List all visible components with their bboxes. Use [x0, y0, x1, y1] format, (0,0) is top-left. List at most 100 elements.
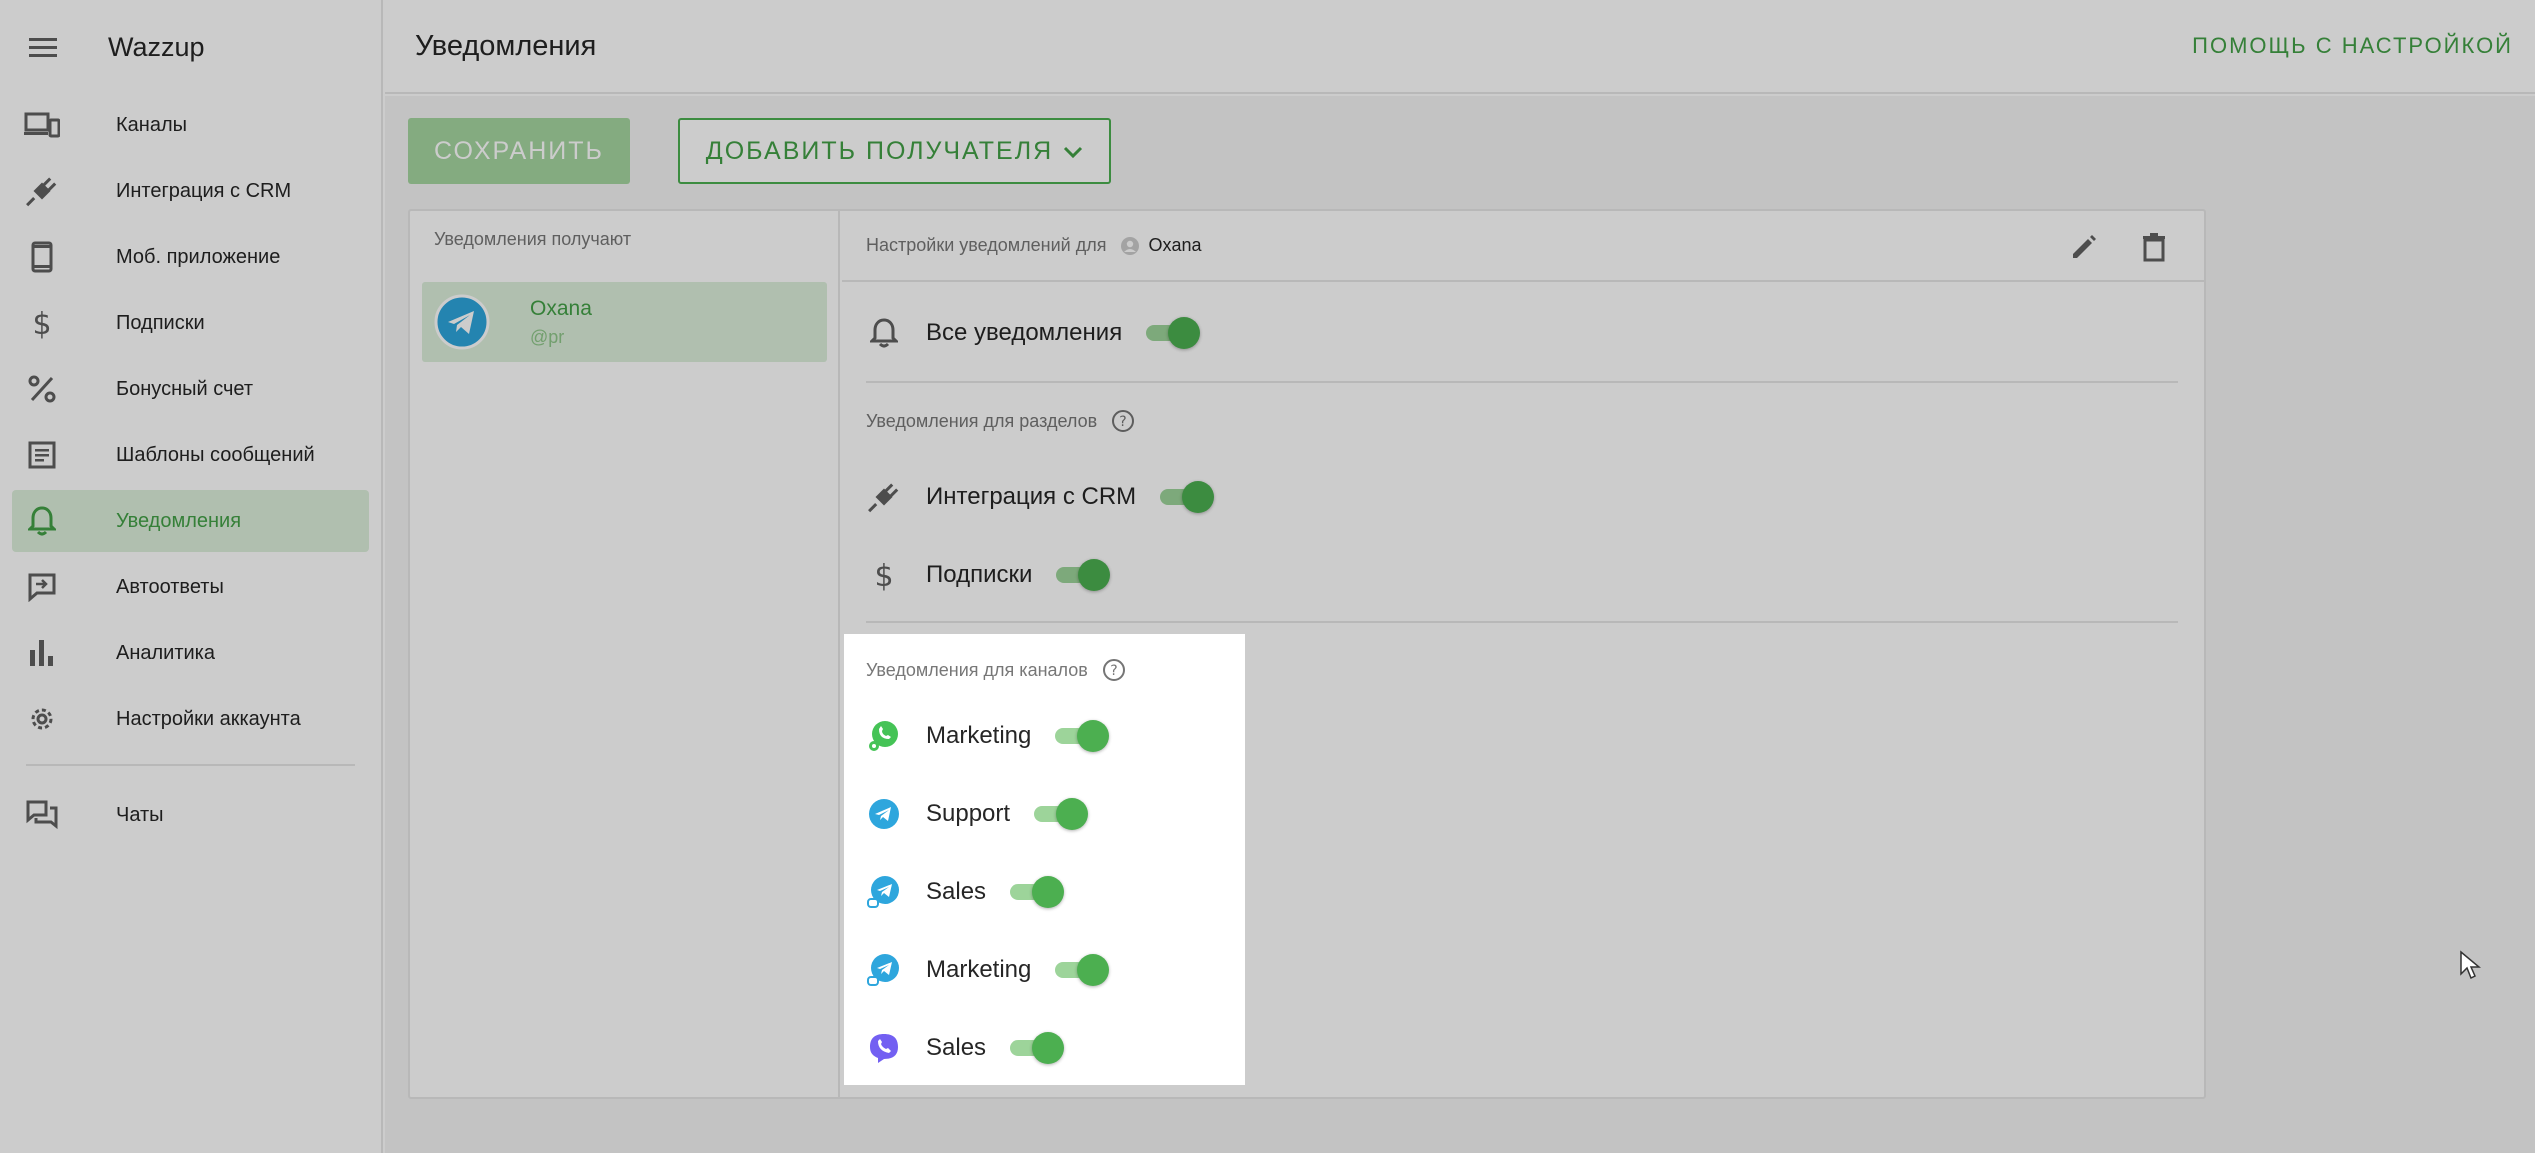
channel-toggle[interactable] [1006, 1028, 1065, 1068]
sidebar-item-notifications[interactable]: Уведомления [12, 490, 369, 552]
plug-icon [866, 479, 902, 515]
sidebar-item-templates[interactable]: Шаблоны сообщений [12, 424, 369, 486]
section-toggle-crm[interactable] [1156, 477, 1215, 517]
sidebar-item-label: Бонусный счет [116, 377, 254, 400]
channel-label: Marketing [926, 956, 1032, 983]
top-bar: Уведомления ПОМОЩЬ С НАСТРОЙКОЙ [385, 0, 2535, 94]
setup-help-link[interactable]: ПОМОЩЬ С НАСТРОЙКОЙ [2192, 33, 2513, 59]
sidebar-item-label: Аналитика [116, 641, 215, 664]
sidebar-nav: Каналы Интеграция с CRM Моб. приложение … [0, 94, 381, 846]
section-toggle-subscriptions[interactable] [1052, 555, 1111, 595]
channel-row: Marketing [866, 950, 1110, 990]
plug-icon [24, 173, 60, 209]
user-icon [1121, 236, 1140, 255]
sidebar-item-label: Автоответы [116, 575, 224, 598]
sidebar-item-label: Подписки [116, 311, 205, 334]
all-notifications-label: Все уведомления [926, 319, 1123, 346]
settings-header-prefix: Настройки уведомлений для [866, 235, 1107, 255]
recipients-panel: Уведомления получают Oxana @pr [410, 211, 840, 1097]
divider [866, 621, 2178, 623]
brand-name: Wazzup [108, 31, 205, 62]
channel-row: Sales [866, 1028, 1065, 1068]
all-notifications-toggle[interactable] [1142, 313, 1201, 353]
sections-title: Уведомления для разделов ? [866, 409, 1135, 433]
save-button[interactable]: СОХРАНИТЬ [408, 118, 630, 184]
channel-toggle[interactable] [1051, 716, 1110, 756]
bell-icon [866, 315, 902, 351]
sidebar-divider [26, 764, 355, 766]
help-icon[interactable]: ? [1111, 409, 1135, 433]
svg-text:?: ? [1110, 663, 1117, 679]
viber-icon [866, 1030, 902, 1066]
channel-toggle[interactable] [1051, 950, 1110, 990]
telegram-personal-icon [866, 952, 902, 988]
channel-label: Support [926, 800, 1011, 827]
gear-icon [24, 701, 60, 737]
sidebar-item-bonus[interactable]: Бонусный счет [12, 358, 369, 420]
svg-text:$: $ [874, 559, 893, 591]
sidebar-item-chats[interactable]: Чаты [12, 784, 369, 846]
sidebar-item-channels[interactable]: Каналы [12, 94, 369, 156]
recipient-name: Oxana [530, 296, 592, 320]
add-recipient-button[interactable]: ДОБАВИТЬ ПОЛУЧАТЕЛЯ [678, 118, 1111, 184]
sidebar-header: Wazzup [0, 0, 381, 94]
chevron-down-icon [1063, 137, 1083, 166]
edit-icon[interactable] [2066, 229, 2102, 265]
sidebar-item-analytics[interactable]: Аналитика [12, 622, 369, 684]
header-actions [2066, 229, 2172, 265]
recipient-handle: @pr [530, 326, 565, 347]
recipients-title: Уведомления получают [434, 229, 632, 249]
sidebar-item-label: Интеграция с CRM [116, 179, 292, 202]
channels-title: Уведомления для каналов ? [866, 658, 1126, 682]
help-icon[interactable]: ? [1102, 658, 1126, 682]
chats-icon [24, 797, 60, 833]
sidebar-item-label: Шаблоны сообщений [116, 443, 315, 466]
telegram-icon [866, 796, 902, 832]
delete-icon[interactable] [2136, 229, 2172, 265]
sidebar-item-subscriptions[interactable]: $ Подписки [12, 292, 369, 354]
channels-spotlight: Уведомления для каналов ? Marketing Supp… [844, 634, 1245, 1085]
dollar-icon: $ [866, 557, 902, 593]
mouse-cursor-icon [2459, 950, 2482, 980]
sidebar-item-label: Моб. приложение [116, 245, 281, 268]
section-row-crm: Интеграция с CRM [866, 477, 1215, 517]
channel-row: Marketing [866, 716, 1110, 756]
sidebar-item-mobile-app[interactable]: Моб. приложение [12, 226, 369, 288]
hamburger-menu-icon[interactable] [28, 32, 58, 62]
page-title: Уведомления [415, 29, 597, 62]
channel-toggle[interactable] [1006, 872, 1065, 912]
svg-text:?: ? [1119, 414, 1126, 430]
sidebar-item-label: Уведомления [116, 509, 242, 532]
section-label: Подписки [926, 561, 1033, 588]
sidebar-item-autoreplies[interactable]: Автоответы [12, 556, 369, 618]
recipient-text: Oxana @pr [530, 297, 592, 348]
sidebar-item-label: Чаты [116, 803, 164, 826]
add-recipient-label: ДОБАВИТЬ ПОЛУЧАТЕЛЯ [705, 136, 1054, 165]
recipient-item[interactable]: Oxana @pr [422, 282, 827, 362]
channel-toggle[interactable] [1030, 794, 1089, 834]
toolbar: СОХРАНИТЬ ДОБАВИТЬ ПОЛУЧАТЕЛЯ [408, 118, 1111, 184]
channel-label: Sales [926, 1034, 987, 1061]
section-label: Интеграция с CRM [926, 483, 1137, 510]
dollar-icon: $ [24, 305, 60, 341]
phone-icon [24, 239, 60, 275]
channel-label: Sales [926, 878, 987, 905]
channel-label: Marketing [926, 722, 1032, 749]
section-row-subscriptions: $ Подписки [866, 555, 1111, 595]
telegram-icon [434, 294, 490, 350]
sidebar-item-account-settings[interactable]: Настройки аккаунта [12, 688, 369, 750]
sidebar-item-crm[interactable]: Интеграция с CRM [12, 160, 369, 222]
autoreply-icon [24, 569, 60, 605]
percent-icon [24, 371, 60, 407]
sidebar-item-label: Каналы [116, 113, 187, 136]
main-content: СОХРАНИТЬ ДОБАВИТЬ ПОЛУЧАТЕЛЯ Уведомлени… [385, 96, 2535, 1153]
devices-icon [24, 107, 60, 143]
user-chip: Oxana [1120, 235, 1202, 256]
chart-icon [24, 635, 60, 671]
template-icon [24, 437, 60, 473]
settings-header: Настройки уведомлений для Oxana [842, 211, 2204, 282]
svg-text:$: $ [32, 307, 51, 339]
app: Wazzup Каналы Интеграция с CRM Моб. прил… [0, 0, 2535, 1153]
sidebar: Wazzup Каналы Интеграция с CRM Моб. прил… [0, 0, 383, 1153]
channel-row: Sales [866, 872, 1065, 912]
